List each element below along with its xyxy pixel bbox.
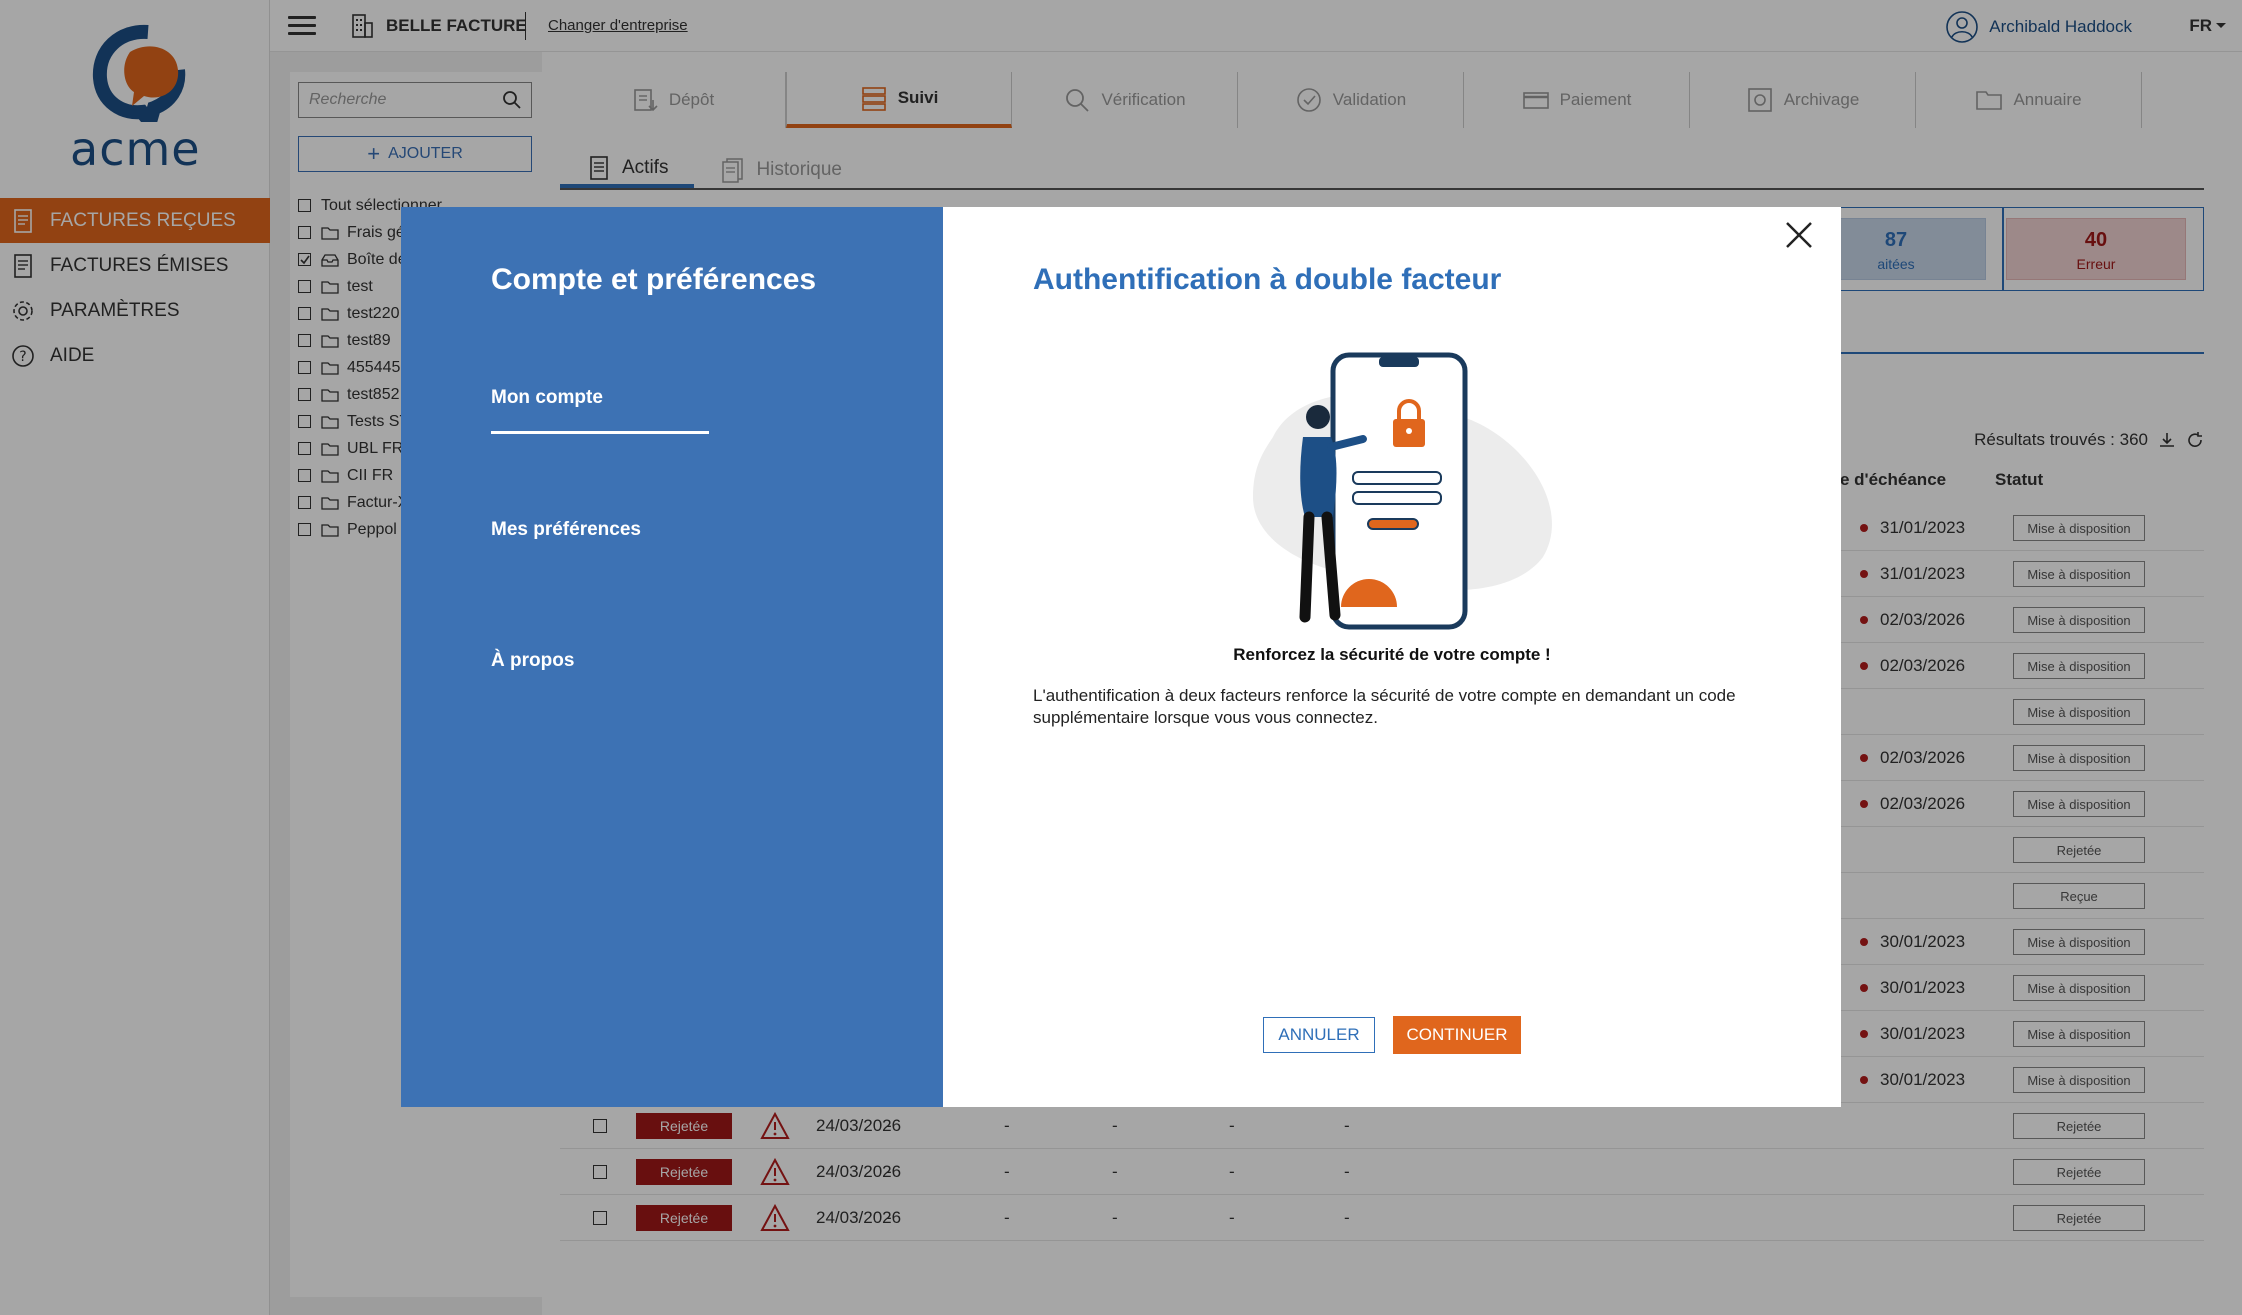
two-factor-illustration <box>1253 352 1552 630</box>
two-factor-subtitle: Renforcez la sécurité de votre compte ! <box>1233 645 1551 664</box>
two-factor-description: L'authentification à deux facteurs renfo… <box>1033 686 1736 727</box>
modal-content: Authentification à double facteur Renfor… <box>943 207 1841 1107</box>
modal-nav-mes-preferences[interactable]: Mes préférences <box>491 519 641 541</box>
two-factor-heading: Authentification à double facteur <box>1033 263 1502 296</box>
preferences-modal: Compte et préférences Mon compte Mes pré… <box>401 207 1841 1107</box>
modal-nav-mon-compte[interactable]: Mon compte <box>491 387 709 434</box>
continue-button[interactable]: CONTINUER <box>1393 1016 1521 1054</box>
modal-title: Compte et préférences <box>491 263 817 296</box>
modal-nav-a-propos[interactable]: À propos <box>491 650 574 672</box>
cancel-button[interactable]: ANNULER <box>1263 1017 1375 1053</box>
modal-sidebar: Compte et préférences Mon compte Mes pré… <box>401 207 943 1107</box>
close-icon[interactable] <box>1781 217 1817 253</box>
